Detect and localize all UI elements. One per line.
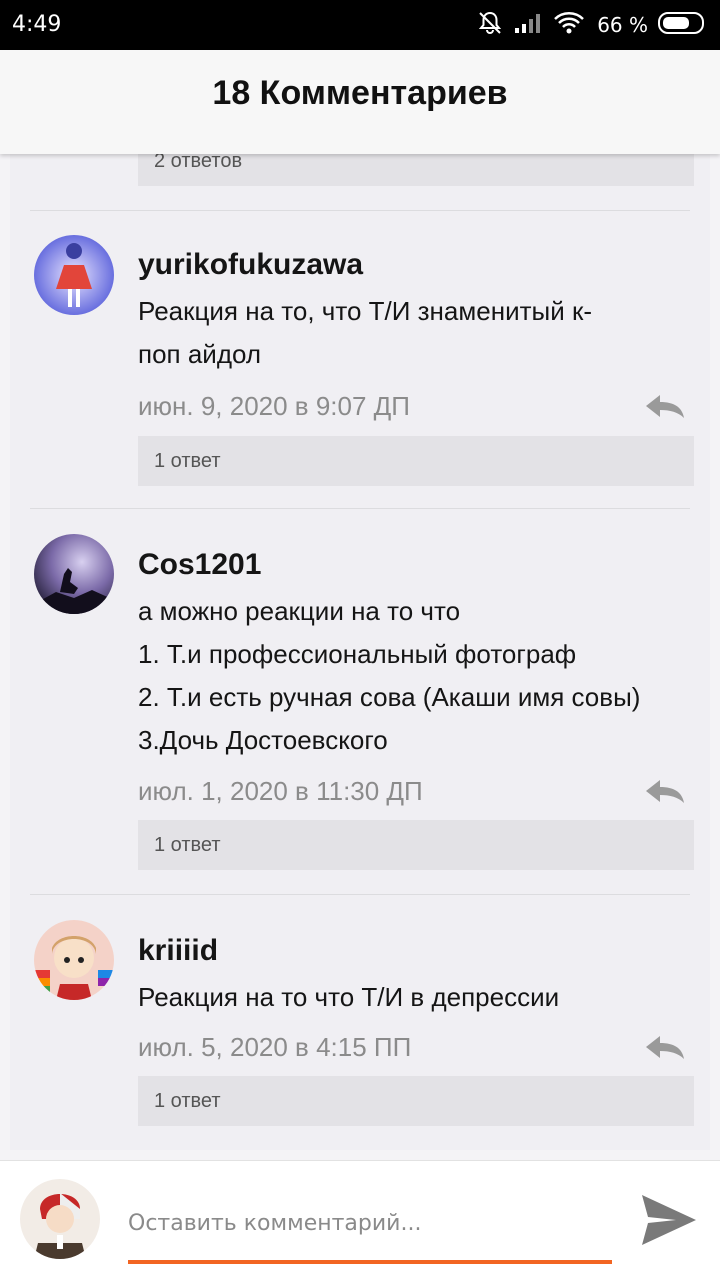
bell-muted-icon <box>477 10 503 41</box>
comment-line: а можно реакции на то что <box>138 596 461 626</box>
comments-header: 18 Комментариев <box>0 50 720 154</box>
battery-percent: 66 % <box>597 13 648 37</box>
reply-icon[interactable] <box>642 1034 686 1060</box>
comment-date: июл. 1, 2020 в 11:30 ДП <box>138 776 423 806</box>
avatar[interactable] <box>34 920 114 1000</box>
comment-text: а можно реакции на то что 1. Т.и професс… <box>138 590 698 762</box>
comment-username[interactable]: yurikofukuzawa <box>138 248 363 282</box>
comment-line: 2. Т.и есть ручная сова (Акаши имя совы) <box>138 682 641 712</box>
avatar[interactable] <box>34 534 114 614</box>
comment-line: Реакция на то что Т/И в депрессии <box>138 982 560 1012</box>
avatar[interactable] <box>34 235 114 315</box>
comment-input[interactable] <box>128 1201 612 1245</box>
status-time: 4:49 <box>12 12 62 37</box>
comment-composer <box>0 1160 720 1281</box>
reply-icon[interactable] <box>642 393 686 419</box>
comment-line: поп айдол <box>138 339 262 369</box>
page-title: 18 Комментариев <box>212 74 508 112</box>
replies-button[interactable]: 2 ответов <box>138 154 694 186</box>
replies-button[interactable]: 1 ответ <box>138 436 694 486</box>
comment-line: 1. Т.и профессиональный фотограф <box>138 639 577 669</box>
comments-feed[interactable]: 2 ответов yurikofukuzawa Реакция на то, … <box>10 154 710 1150</box>
comment-username[interactable]: Cos1201 <box>138 548 261 582</box>
comment-text: Реакция на то что Т/И в депрессии <box>138 976 698 1019</box>
input-underline <box>128 1260 612 1264</box>
divider <box>30 894 690 895</box>
status-bar: 4:49 66 % <box>0 0 720 50</box>
comment-text: Реакция на то, что Т/И знаменитый к- поп… <box>138 290 698 376</box>
send-button[interactable] <box>640 1193 698 1247</box>
divider <box>30 508 690 509</box>
my-avatar <box>20 1179 100 1259</box>
comment-card: Cos1201 а можно реакции на то что 1. Т.и… <box>10 508 710 894</box>
replies-count: 2 ответов <box>154 154 243 172</box>
replies-button[interactable]: 1 ответ <box>138 1076 694 1126</box>
signal-icon <box>513 11 543 40</box>
comment-username[interactable]: kriiiid <box>138 934 218 968</box>
divider <box>30 210 690 211</box>
reply-icon[interactable] <box>642 778 686 804</box>
replies-button[interactable]: 1 ответ <box>138 820 694 870</box>
comment-card: kriiiid Реакция на то что Т/И в депресси… <box>10 894 710 1150</box>
replies-count: 1 ответ <box>154 834 221 856</box>
comment-date: июл. 5, 2020 в 4:15 ПП <box>138 1032 412 1062</box>
replies-count: 1 ответ <box>154 450 221 472</box>
comment-card-partial: 2 ответов <box>10 154 710 210</box>
comment-date: июн. 9, 2020 в 9:07 ДП <box>138 391 410 421</box>
comment-line: 3.Дочь Достоевского <box>138 725 388 755</box>
wifi-icon <box>553 11 585 40</box>
replies-count: 1 ответ <box>154 1090 221 1112</box>
battery-icon <box>658 11 706 40</box>
comment-card: yurikofukuzawa Реакция на то, что Т/И зн… <box>10 210 710 508</box>
send-icon <box>642 1195 696 1245</box>
comment-line: Реакция на то, что Т/И знаменитый к- <box>138 296 592 326</box>
